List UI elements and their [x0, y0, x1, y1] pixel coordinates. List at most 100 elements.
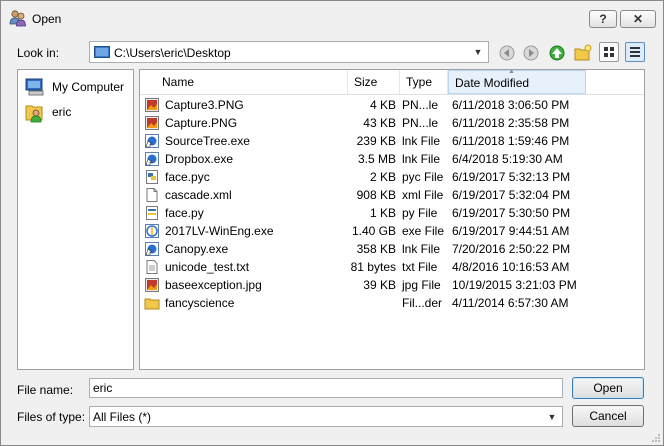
resize-grip-icon[interactable] — [651, 433, 661, 443]
file-name-input[interactable]: eric — [89, 378, 563, 398]
file-size: 1.40 GB — [351, 224, 396, 238]
chevron-down-icon[interactable]: ▼ — [544, 409, 560, 425]
file-row[interactable]: face.pyc 2 KB pyc File 6/19/2017 5:32:13 PM — [140, 168, 644, 186]
installer-icon — [145, 224, 159, 238]
files-of-type-label: Files of type: — [17, 410, 86, 424]
python-script-icon — [146, 206, 158, 220]
file-name: Canopy.exe — [165, 242, 229, 256]
file-type: lnk File — [402, 242, 441, 256]
file-type: lnk File — [402, 134, 441, 148]
sidebar-item-label: My Computer — [52, 80, 125, 94]
new-folder-icon — [574, 44, 592, 61]
look-in-combo[interactable]: C:\Users\eric\Desktop ▼ — [89, 41, 489, 63]
file-date-modified: 6/19/2017 9:44:51 AM — [452, 224, 570, 238]
open-file-dialog: Open ? ✕ Look in: C:\Users\eric\Desktop … — [0, 0, 664, 446]
forward-arrow-icon — [523, 45, 539, 61]
image-icon — [145, 98, 159, 112]
list-view-button[interactable] — [599, 42, 619, 62]
detail-view-icon — [630, 47, 640, 57]
file-date-modified: 6/11/2018 3:06:50 PM — [452, 98, 570, 112]
detail-view-button[interactable] — [625, 42, 645, 62]
column-header-name[interactable]: Name — [140, 70, 348, 94]
files-of-type-combo[interactable]: All Files (*) ▼ — [89, 406, 563, 427]
computer-icon — [25, 78, 44, 96]
file-date-modified: 4/8/2016 10:16:53 AM — [452, 260, 570, 274]
file-size: 239 KB — [356, 134, 396, 148]
window-title: Open — [32, 12, 62, 26]
file-row[interactable]: Dropbox.exe 3.5 MB lnk File 6/4/2018 5:19:3… — [140, 150, 644, 168]
file-row[interactable]: baseexception.jpg 39 KB jpg File 10/19/2015… — [140, 276, 644, 294]
back-button[interactable] — [498, 44, 516, 62]
file-name-label: File name: — [17, 383, 74, 397]
open-button[interactable]: Open — [572, 377, 644, 399]
file-date-modified: 6/19/2017 5:32:04 PM — [452, 188, 571, 202]
file-row[interactable]: fancyscience Fil...der 4/11/2014 6:57:30 A… — [140, 294, 644, 312]
file-size: 908 KB — [356, 188, 396, 202]
look-in-label: Look in: — [17, 46, 60, 60]
look-in-path: C:\Users\eric\Desktop — [114, 46, 231, 60]
file-row[interactable]: unicode_test.txt 81 bytes txt File 4/8/2016… — [140, 258, 644, 276]
places-sidebar: My Computer eric — [17, 69, 134, 370]
file-date-modified: 4/11/2014 6:57:30 AM — [452, 296, 569, 310]
file-row[interactable]: cascade.xml 908 KB xml File 6/19/2017 5:32:… — [140, 186, 644, 204]
text-file-icon — [146, 260, 158, 274]
new-folder-button[interactable] — [574, 44, 592, 62]
file-date-modified: 7/20/2016 2:50:22 PM — [452, 242, 571, 256]
file-row[interactable]: SourceTree.exe 239 KB lnk File 6/11/2018 1:… — [140, 132, 644, 150]
file-name: face.py — [165, 206, 204, 220]
file-date-modified: 6/11/2018 2:35:58 PM — [452, 116, 570, 130]
file-type: exe File — [402, 224, 445, 238]
column-header-type[interactable]: Type — [400, 70, 448, 94]
file-date-modified: 10/19/2015 3:21:03 PM — [452, 278, 577, 292]
file-size: 43 KB — [363, 116, 396, 130]
file-size: 4 KB — [369, 98, 396, 112]
cancel-button[interactable]: Cancel — [572, 405, 644, 427]
desktop-icon — [94, 46, 110, 58]
user-folder-icon — [25, 105, 43, 123]
shortcut-icon — [145, 242, 159, 256]
sidebar-item-eric[interactable]: eric — [24, 102, 71, 123]
file-size: 2 KB — [369, 170, 396, 184]
sort-ascending-icon: ▲ — [508, 69, 515, 75]
file-size: 358 KB — [356, 242, 396, 256]
sidebar-item-my-computer[interactable]: My Computer — [24, 77, 124, 97]
file-name: Capture3.PNG — [165, 98, 244, 112]
shortcut-icon — [145, 134, 159, 148]
file-size: 39 KB — [363, 278, 396, 292]
file-name: cascade.xml — [165, 188, 232, 202]
file-name: unicode_test.txt — [165, 260, 250, 274]
help-icon: ? — [599, 12, 607, 26]
file-type: py File — [402, 206, 438, 220]
help-button[interactable]: ? — [589, 10, 617, 28]
forward-button[interactable] — [522, 44, 540, 62]
file-date-modified: 6/11/2018 1:59:46 PM — [452, 134, 570, 148]
file-row[interactable]: Canopy.exe 358 KB lnk File 7/20/2016 2:50:2… — [140, 240, 644, 258]
close-icon: ✕ — [632, 12, 644, 26]
python-compiled-icon — [146, 170, 158, 184]
image-icon — [145, 278, 159, 292]
file-row[interactable]: Capture.PNG 43 KB PN...le 6/11/2018 2:35:58… — [140, 114, 644, 132]
file-row[interactable]: 2017LV-WinEng.exe 1.40 GB exe File 6/19/201… — [140, 222, 644, 240]
file-type: xml File — [402, 188, 444, 202]
up-folder-button[interactable] — [548, 44, 566, 62]
up-arrow-icon — [549, 45, 565, 61]
file-size: 3.5 MB — [357, 152, 396, 166]
file-name: fancyscience — [165, 296, 235, 310]
grid-view-icon — [604, 47, 614, 57]
file-name: Dropbox.exe — [165, 152, 234, 166]
app-users-icon — [9, 10, 26, 27]
file-type: PN...le — [402, 116, 439, 130]
shortcut-icon — [145, 152, 159, 166]
file-row[interactable]: face.py 1 KB py File 6/19/2017 5:30:50 PM — [140, 204, 644, 222]
file-type: lnk File — [402, 152, 441, 166]
file-list[interactable]: Name Size Type Date Modified ▲ Capture3.… — [139, 69, 645, 370]
file-type: Fil...der — [402, 296, 443, 310]
column-header-size[interactable]: Size — [348, 70, 400, 94]
title-bar[interactable]: Open ? ✕ — [1, 1, 663, 35]
file-row[interactable]: Capture3.PNG 4 KB PN...le 6/11/2018 3:06:50… — [140, 96, 644, 114]
chevron-down-icon[interactable]: ▼ — [470, 44, 486, 60]
file-date-modified: 6/4/2018 5:19:30 AM — [452, 152, 563, 166]
column-header-date-modified[interactable]: Date Modified — [448, 70, 586, 94]
close-button[interactable]: ✕ — [620, 10, 656, 28]
file-size: 1 KB — [369, 206, 396, 220]
